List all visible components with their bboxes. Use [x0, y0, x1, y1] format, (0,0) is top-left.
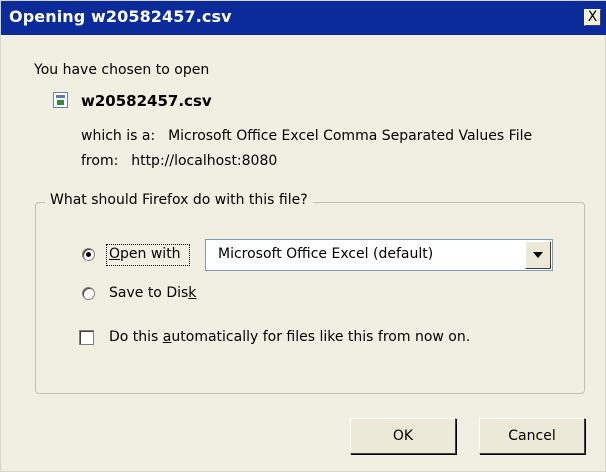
close-icon: X	[587, 9, 598, 25]
title-bar: Opening w20582457.csv X	[1, 1, 606, 35]
file-source-line: from: http://localhost:8080	[81, 153, 277, 169]
radio-selected-dot	[86, 252, 91, 257]
cancel-button[interactable]: Cancel	[479, 418, 585, 454]
file-source-label: from:	[81, 153, 119, 169]
file-type-line: which is a: Microsoft Office Excel Comma…	[81, 128, 532, 144]
dropdown-arrow-icon[interactable]	[525, 241, 551, 269]
save-to-disk-radio[interactable]	[82, 287, 95, 300]
ok-button[interactable]: OK	[350, 418, 456, 454]
download-dialog: Opening w20582457.csv X You have chosen …	[0, 0, 606, 472]
action-group-legend: What should Firefox do with this file?	[45, 192, 313, 208]
file-name: w20582457.csv	[81, 92, 212, 110]
window-title: Opening w20582457.csv	[9, 7, 232, 26]
close-button[interactable]: X	[584, 9, 601, 26]
csv-file-icon	[53, 92, 68, 108]
application-select[interactable]: Microsoft Office Excel (default)	[205, 239, 553, 271]
file-source-value: http://localhost:8080	[131, 153, 278, 169]
open-with-label[interactable]: Open with	[109, 246, 181, 262]
save-to-disk-label[interactable]: Save to Disk	[109, 285, 196, 301]
intro-text: You have chosen to open	[34, 62, 210, 78]
open-with-radio[interactable]	[82, 248, 95, 261]
auto-action-label[interactable]: Do this automatically for files like thi…	[109, 329, 470, 345]
application-select-value: Microsoft Office Excel (default)	[218, 246, 434, 262]
auto-action-checkbox[interactable]	[79, 330, 94, 345]
file-type-label: which is a:	[81, 128, 156, 144]
file-type-value: Microsoft Office Excel Comma Separated V…	[168, 128, 533, 144]
